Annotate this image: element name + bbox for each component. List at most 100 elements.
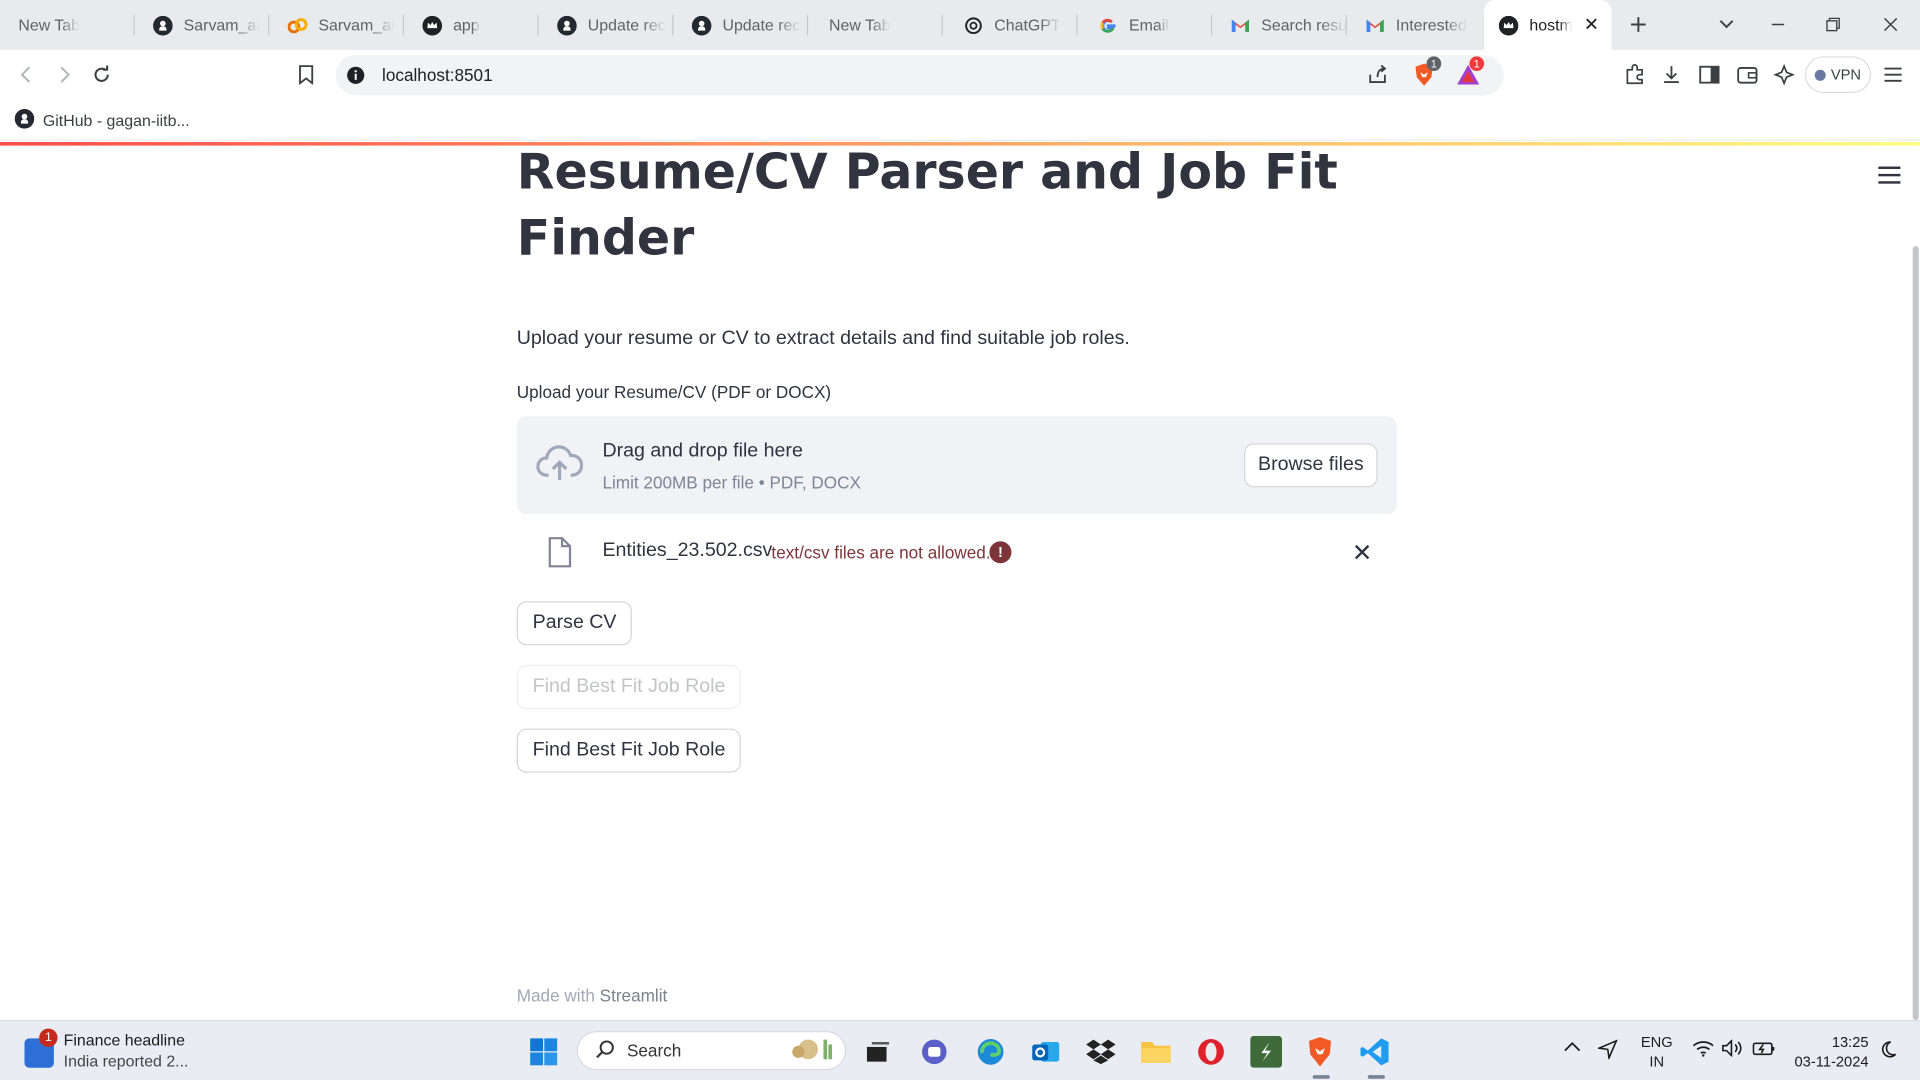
- file-name: Entities_23.502.csv: [602, 540, 773, 561]
- forward-icon[interactable]: [49, 60, 78, 89]
- gmail-icon: [1365, 15, 1385, 35]
- close-window-icon[interactable]: [1876, 10, 1905, 39]
- brave-shield-icon[interactable]: 1: [1411, 56, 1442, 88]
- back-icon[interactable]: [12, 60, 41, 89]
- location-icon[interactable]: [1596, 1039, 1618, 1063]
- leo-ai-icon[interactable]: [1771, 61, 1798, 88]
- outlook-icon[interactable]: [1029, 1035, 1063, 1069]
- page-title: Resume/CV Parser and Job Fit Finder: [516, 145, 1338, 267]
- teams-chat-icon[interactable]: [917, 1035, 951, 1069]
- tab-sarvam-github[interactable]: Sarvam_ai: [135, 0, 270, 50]
- share-icon[interactable]: [1364, 61, 1391, 88]
- battery-icon[interactable]: [1752, 1040, 1776, 1061]
- menu-icon[interactable]: [1880, 61, 1907, 88]
- volume-icon[interactable]: [1722, 1038, 1744, 1061]
- clock-time: 13:25: [1831, 1033, 1869, 1051]
- tab-title: Search resu: [1261, 15, 1347, 35]
- notifications-icon[interactable]: [1878, 1040, 1898, 1063]
- wifi-icon[interactable]: [1692, 1040, 1714, 1061]
- github-icon: [153, 15, 173, 35]
- tab-search-chevron-icon[interactable]: [1712, 10, 1741, 39]
- extensions-icon[interactable]: [1621, 61, 1648, 88]
- cloud-upload-icon: [536, 443, 584, 491]
- app-menu-icon[interactable]: [1878, 166, 1901, 184]
- tab-update-rec-2[interactable]: Update rec: [673, 0, 809, 50]
- scrollbar-thumb[interactable]: [1912, 246, 1919, 1021]
- download-icon[interactable]: [1658, 61, 1685, 88]
- news-title: Finance headline: [63, 1031, 185, 1050]
- tab-app[interactable]: app: [404, 0, 539, 50]
- news-badge: 1: [39, 1028, 58, 1047]
- browser-toolbar: localhost:8501 1 1 VPN: [0, 50, 1920, 101]
- windows-taskbar: 1 Finance headline India reported 2... S…: [0, 1020, 1920, 1080]
- search-icon: [595, 1039, 615, 1062]
- tray-overflow-icon[interactable]: [1564, 1040, 1581, 1057]
- tab-new-tab-2[interactable]: New Tab: [808, 0, 943, 50]
- search-placeholder: Search: [626, 1040, 682, 1061]
- news-subtitle: India reported 2...: [63, 1051, 189, 1071]
- tab-strip: New Tab Sarvam_ai Sarvam_ai app Update r…: [0, 0, 1920, 51]
- sidebar-icon[interactable]: [1696, 61, 1723, 88]
- vscode-icon[interactable]: [1358, 1035, 1392, 1079]
- language-indicator[interactable]: ENG IN: [1641, 1032, 1673, 1071]
- file-error-message: text/csv files are not allowed.: [771, 542, 991, 563]
- vpn-button[interactable]: VPN: [1804, 56, 1872, 94]
- restore-icon[interactable]: [1818, 10, 1847, 39]
- tab-title: Interested: [1395, 15, 1467, 35]
- task-view-icon[interactable]: [861, 1035, 895, 1069]
- vpn-status-dot: [1814, 69, 1826, 81]
- tab-title: app: [453, 15, 480, 35]
- tab-hostm-active[interactable]: hostm ✕: [1484, 0, 1612, 51]
- file-dropzone[interactable]: Drag and drop file here Limit 200MB per …: [516, 416, 1398, 515]
- streamlit-app: Resume/CV Parser and Job Fit Finder Uplo…: [0, 145, 1920, 1021]
- dropbox-icon[interactable]: [1084, 1035, 1118, 1069]
- system-clock[interactable]: 13:25 03-11-2024: [1793, 1032, 1869, 1071]
- tab-update-rec-1[interactable]: Update rec: [539, 0, 674, 50]
- news-widget[interactable]: 1 Finance headline India reported 2...: [24, 1028, 189, 1071]
- edge-icon[interactable]: [973, 1035, 1007, 1069]
- windows-start-icon[interactable]: [527, 1035, 561, 1069]
- uploader-label: Upload your Resume/CV (PDF or DOCX): [516, 382, 832, 402]
- new-tab-icon[interactable]: [1624, 10, 1653, 39]
- bookmark-label: GitHub - gagan-iitb...: [42, 111, 190, 130]
- vpn-label: VPN: [1830, 66, 1862, 84]
- tab-chatgpt[interactable]: ChatGPT: [943, 0, 1078, 50]
- address-bar[interactable]: localhost:8501 1 1: [335, 55, 1504, 96]
- reload-icon[interactable]: [87, 60, 116, 89]
- app-s-icon[interactable]: [1249, 1035, 1283, 1069]
- github-icon: [691, 15, 712, 35]
- file-explorer-icon[interactable]: [1139, 1035, 1173, 1069]
- wallet-icon[interactable]: [1734, 61, 1761, 88]
- minimize-icon[interactable]: [1763, 10, 1792, 39]
- footer-prefix: Made with: [516, 985, 595, 1006]
- taskbar-search[interactable]: Search: [576, 1031, 847, 1071]
- opera-icon[interactable]: [1194, 1035, 1228, 1069]
- github-icon: [557, 15, 577, 35]
- tab-search-results[interactable]: Search resu: [1212, 0, 1347, 50]
- close-tab-icon[interactable]: ✕: [1584, 16, 1599, 34]
- streamlit-crown-icon: [1498, 15, 1519, 35]
- site-info-icon[interactable]: [347, 66, 365, 90]
- tab-email[interactable]: Email: [1078, 0, 1213, 50]
- tab-interested[interactable]: Interested: [1347, 0, 1482, 50]
- screen: New Tab Sarvam_ai Sarvam_ai app Update r…: [0, 0, 1920, 1080]
- streamlit-footer: Made with Streamlit: [517, 986, 668, 1006]
- remove-file-icon[interactable]: ✕: [1352, 538, 1373, 569]
- bookmark-icon[interactable]: [291, 60, 320, 89]
- brave-rewards-icon[interactable]: 1: [1455, 56, 1485, 88]
- tab-sarvam-colab[interactable]: Sarvam_ai: [269, 0, 405, 50]
- footer-brand-link[interactable]: Streamlit: [600, 986, 668, 1006]
- find-job-role-button[interactable]: Find Best Fit Job Role: [516, 728, 742, 773]
- browse-files-button[interactable]: Browse files: [1244, 443, 1378, 488]
- brave-browser-icon[interactable]: [1303, 1035, 1337, 1079]
- parse-cv-button[interactable]: Parse CV: [516, 601, 633, 646]
- lang-line2: IN: [1649, 1053, 1665, 1071]
- bookmark-github[interactable]: GitHub - gagan-iitb...: [14, 108, 190, 132]
- gmail-icon: [1231, 15, 1251, 35]
- find-job-role-button-disabled: Find Best Fit Job Role: [516, 664, 742, 709]
- page-subtitle: Upload your resume or CV to extract deta…: [516, 328, 1130, 349]
- dropzone-limit: Limit 200MB per file • PDF, DOCX: [602, 472, 861, 493]
- bookmarks-bar: GitHub - gagan-iitb...: [0, 100, 1920, 141]
- tab-new-tab-1[interactable]: New Tab: [0, 0, 135, 50]
- clock-date: 03-11-2024: [1794, 1053, 1869, 1071]
